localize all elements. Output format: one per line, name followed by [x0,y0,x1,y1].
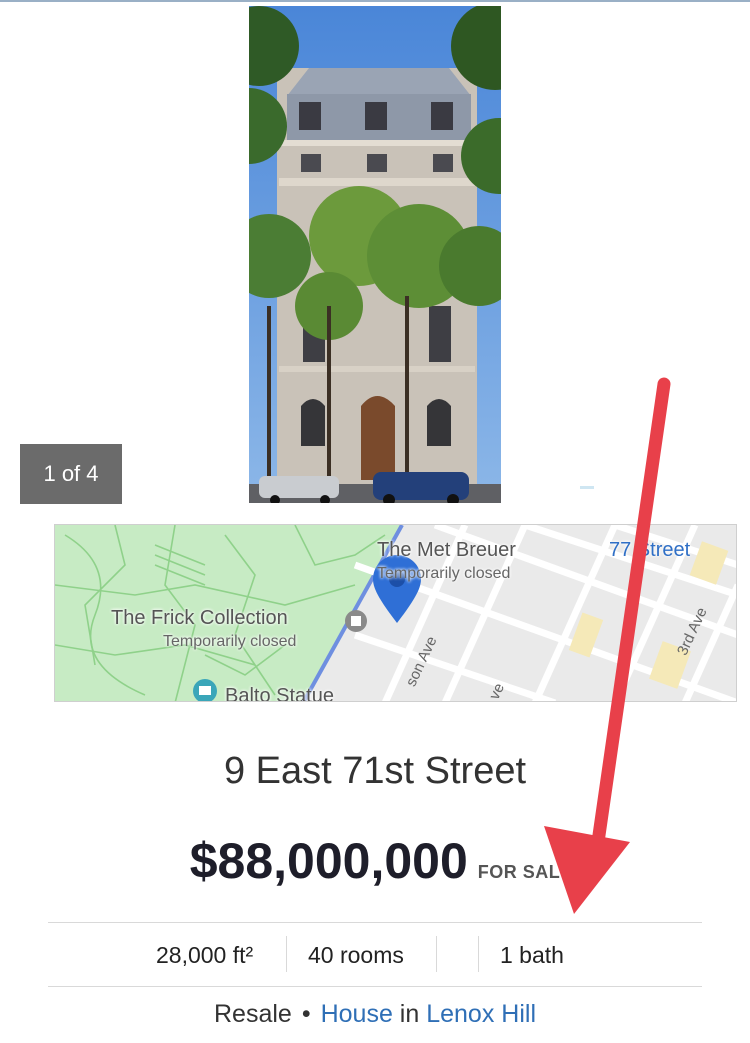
map-subway-77-street: 77 Street [609,539,691,561]
listing-price: $88,000,000 [189,833,468,889]
stat-baths: 1 bath [500,941,564,968]
price-row: $88,000,000 FOR SAL [0,832,750,890]
listing-photo[interactable] [249,6,501,503]
map-place-met-breuer-note: Temporarily closed [377,565,511,582]
listing-stats: 28,000 ft² 40 rooms 1 bath [48,924,702,986]
stat-divider [436,936,437,972]
property-type-link[interactable]: House [321,1000,393,1028]
listing-address: 9 East 71st Street [223,750,527,792]
stat-rooms: 40 rooms [308,941,404,968]
divider-top [48,922,702,923]
stat-divider [478,936,479,972]
sale-type: Resale [213,1000,292,1028]
map-place-met-breuer: The Met Breuer [377,539,516,561]
in-word: in [399,1000,420,1028]
top-rule [0,0,750,2]
photo-counter: 1 of 4 [20,444,122,504]
stat-divider [286,936,287,972]
map-place-frick-note: Temporarily closed [163,633,297,650]
location-map[interactable]: The Met Breuer Temporarily closed The Fr… [54,524,737,702]
neighborhood-link[interactable]: Lenox Hill [426,1000,536,1028]
map-place-frick: The Frick Collection [111,607,288,629]
map-place-balto: Balto Statue [225,685,334,702]
divider-bottom [48,986,702,987]
stat-area: 28,000 ft² [156,941,254,968]
listing-status: FOR SAL [477,862,561,882]
separator-dot: • [301,1000,311,1028]
decorative-mark [580,486,594,489]
listing-meta: Resale • House in Lenox Hill [0,1000,750,1029]
